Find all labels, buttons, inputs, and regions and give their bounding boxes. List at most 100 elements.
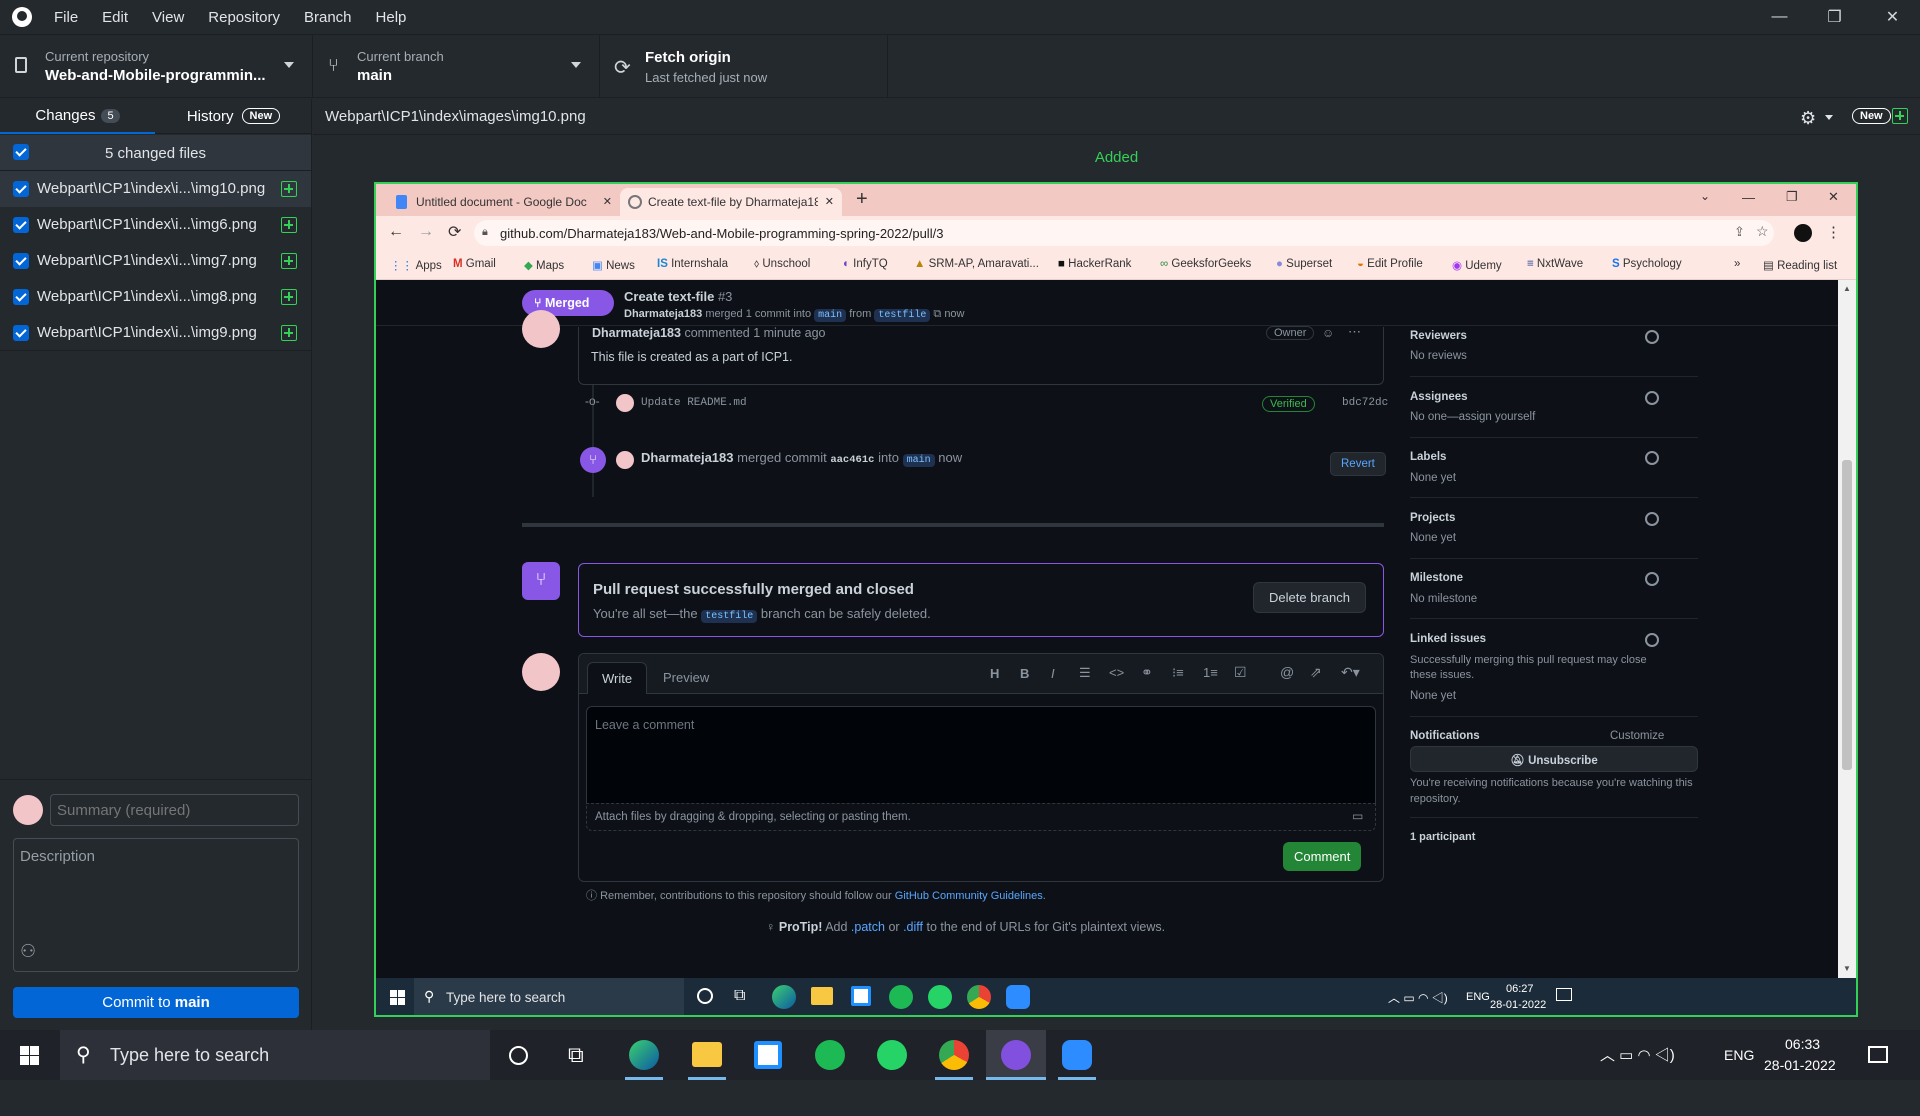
inner-lang[interactable]: ENG bbox=[1466, 991, 1490, 1003]
bookmark-psychology[interactable]: S Psychology bbox=[1612, 258, 1682, 270]
code-icon[interactable]: <> bbox=[1109, 665, 1124, 680]
merge-sha[interactable]: aac461c bbox=[830, 454, 874, 466]
bookmark-nxtwave[interactable]: ≡ NxtWave bbox=[1527, 258, 1583, 270]
system-tray-icons[interactable]: ︿ ▭ ◠ ◁) bbox=[1600, 1044, 1675, 1065]
store-icon[interactable] bbox=[851, 986, 871, 1006]
bookmark-hackerrank[interactable]: ■ HackerRank bbox=[1058, 258, 1131, 270]
close-button[interactable]: ✕ bbox=[1865, 0, 1920, 34]
gear-icon[interactable] bbox=[1645, 451, 1659, 465]
restore-button[interactable]: ❐ bbox=[1807, 0, 1862, 34]
bookmark-apps[interactable]: ⋮⋮ Apps bbox=[390, 258, 442, 272]
taskbar-clock-time[interactable]: 06:33 bbox=[1785, 1036, 1820, 1052]
windows-start-icon[interactable] bbox=[20, 1046, 39, 1065]
kebab-menu-icon[interactable]: ⋮ bbox=[1826, 223, 1841, 241]
unsubscribe-button[interactable]: 🔕︎ Unsubscribe bbox=[1410, 746, 1698, 772]
labels-heading[interactable]: Labels bbox=[1410, 451, 1446, 463]
tab-changes[interactable]: Changes 5 bbox=[0, 99, 155, 134]
chevron-down-icon[interactable]: ⌄ bbox=[1700, 189, 1710, 203]
bold-icon[interactable]: B bbox=[1020, 666, 1029, 681]
customize-link[interactable]: Customize bbox=[1610, 730, 1664, 742]
patch-link[interactable]: .patch bbox=[851, 920, 885, 934]
file-checkbox[interactable] bbox=[13, 325, 29, 341]
link-icon[interactable]: ⚭ bbox=[1141, 664, 1153, 681]
italic-icon[interactable]: I bbox=[1051, 666, 1055, 681]
share-icon[interactable]: ⇪ bbox=[1734, 224, 1745, 240]
merge-base-branch[interactable]: main bbox=[902, 454, 935, 467]
browser-tab[interactable]: Untitled document - Google Doc ✕ bbox=[388, 188, 620, 216]
close-icon[interactable]: ✕ bbox=[603, 195, 612, 208]
commit-button[interactable]: Commit to main bbox=[13, 987, 299, 1018]
github-desktop-taskbar-button[interactable] bbox=[986, 1030, 1046, 1080]
base-branch[interactable]: main bbox=[814, 309, 847, 322]
assignees-heading[interactable]: Assignees bbox=[1410, 391, 1468, 403]
close-icon[interactable]: ✕ bbox=[1828, 189, 1839, 205]
linked-issues-heading[interactable]: Linked issues bbox=[1410, 633, 1486, 645]
menu-help[interactable]: Help bbox=[364, 9, 419, 26]
file-checkbox[interactable] bbox=[13, 253, 29, 269]
edge-icon[interactable] bbox=[772, 985, 796, 1009]
file-row[interactable]: Webpart\ICP1\index\i...\img9.png bbox=[0, 315, 311, 351]
bookmark-gmail[interactable]: M Gmail bbox=[453, 258, 496, 270]
gear-icon[interactable] bbox=[1645, 633, 1659, 647]
taskbar-lang[interactable]: ENG bbox=[1724, 1047, 1754, 1063]
system-tray-icons[interactable]: ︿ ▭ ◠ ◁) bbox=[1388, 989, 1448, 1006]
inner-clock-date[interactable]: 28-01-2022 bbox=[1490, 999, 1546, 1011]
profile-avatar[interactable] bbox=[1794, 224, 1812, 242]
file-checkbox[interactable] bbox=[13, 217, 29, 233]
menu-file[interactable]: File bbox=[42, 9, 90, 26]
chrome-icon[interactable] bbox=[939, 1040, 969, 1070]
taskbar-search-box[interactable]: ⚲ Type here to search bbox=[60, 1030, 490, 1080]
bookmark-udemy[interactable]: ◉ Udemy bbox=[1452, 258, 1502, 272]
milestone-heading[interactable]: Milestone bbox=[1410, 572, 1463, 584]
more-options-icon[interactable]: ⋯ bbox=[1348, 324, 1361, 340]
bookmark-edit-profile[interactable]: ◒ Edit Profile bbox=[1357, 258, 1423, 270]
back-icon[interactable]: ← bbox=[388, 223, 404, 241]
current-branch-dropdown[interactable]: ⑂ Current branch main bbox=[313, 35, 600, 97]
whatsapp-icon[interactable] bbox=[928, 985, 952, 1009]
comment-author[interactable]: Dharmateja183 bbox=[592, 327, 681, 340]
browser-tab-active[interactable]: Create text-file by Dharmateja18 ✕ bbox=[620, 188, 842, 216]
reviewers-heading[interactable]: Reviewers bbox=[1410, 330, 1467, 342]
current-repository-dropdown[interactable]: Current repository Web-and-Mobile-progra… bbox=[0, 35, 313, 97]
chevron-down-icon[interactable] bbox=[1825, 115, 1833, 120]
diff-link[interactable]: .diff bbox=[903, 920, 923, 934]
menu-edit[interactable]: Edit bbox=[90, 9, 140, 26]
gear-icon[interactable] bbox=[1645, 391, 1659, 405]
comment-submit-button[interactable]: Comment bbox=[1283, 842, 1362, 871]
file-checkbox[interactable] bbox=[13, 289, 29, 305]
tab-preview[interactable]: Preview bbox=[663, 670, 709, 685]
minimize-button[interactable]: — bbox=[1752, 0, 1807, 34]
commit-message[interactable]: Update README.md bbox=[641, 397, 747, 409]
tab-write[interactable]: Write bbox=[587, 662, 648, 694]
inner-search-box[interactable]: ⚲ Type here to search bbox=[414, 978, 684, 1015]
description-field[interactable]: Description ⚇ bbox=[13, 838, 299, 972]
gear-icon[interactable]: ⚙ bbox=[1800, 108, 1816, 129]
zoom-icon[interactable] bbox=[1006, 985, 1030, 1009]
task-view-icon[interactable]: ⧉ bbox=[734, 987, 745, 1005]
minimize-icon[interactable]: — bbox=[1742, 190, 1755, 205]
head-branch[interactable]: testfile bbox=[874, 309, 931, 322]
task-list-icon[interactable]: ☑ bbox=[1234, 664, 1247, 681]
delete-branch-button[interactable]: Delete branch bbox=[1253, 582, 1366, 613]
bookmark-news[interactable]: ▣ News bbox=[592, 258, 635, 272]
bookmark-internshala[interactable]: IS Internshala bbox=[657, 258, 728, 270]
bookmarks-overflow[interactable]: » bbox=[1734, 258, 1740, 270]
chrome-icon[interactable] bbox=[967, 985, 991, 1009]
edge-icon[interactable] bbox=[629, 1040, 659, 1070]
scroll-down-arrow[interactable]: ▼ bbox=[1843, 964, 1851, 973]
bookmark-unschool[interactable]: ⬨ Unschool bbox=[754, 258, 810, 271]
store-icon[interactable] bbox=[754, 1041, 782, 1069]
file-row[interactable]: Webpart\ICP1\index\i...\img7.png bbox=[0, 243, 311, 279]
copy-icon[interactable]: ⧉ bbox=[933, 308, 941, 320]
menu-view[interactable]: View bbox=[140, 9, 196, 26]
numbered-list-icon[interactable]: 1≡ bbox=[1203, 665, 1218, 680]
mention-icon[interactable]: @ bbox=[1280, 664, 1294, 680]
bookmark-maps[interactable]: ◆ Maps bbox=[524, 258, 564, 272]
saved-replies-icon[interactable]: ↶▾ bbox=[1341, 664, 1360, 681]
whatsapp-icon[interactable] bbox=[877, 1040, 907, 1070]
file-explorer-icon[interactable] bbox=[811, 987, 833, 1005]
url-field[interactable]: 🔒︎ github.com/Dharmateja183/Web-and-Mobi… bbox=[474, 220, 1774, 246]
forward-icon[interactable]: → bbox=[418, 223, 434, 241]
reload-icon[interactable]: ⟳ bbox=[448, 222, 461, 242]
zoom-icon[interactable] bbox=[1062, 1040, 1092, 1070]
